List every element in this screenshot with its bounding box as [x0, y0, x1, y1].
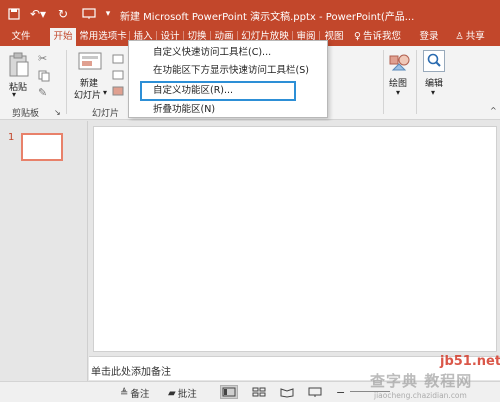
section-icon[interactable] [112, 86, 124, 99]
redo-icon[interactable]: ↻ [56, 6, 70, 22]
slide-sorter-view-button[interactable] [250, 385, 268, 399]
menu-item-show-qat-below[interactable]: 在功能区下方显示快速访问工具栏(S) [129, 62, 327, 80]
tab-common[interactable]: 常用选项卡 [78, 28, 128, 46]
editing-dropdown-icon[interactable]: ▾ [431, 88, 435, 97]
new-slide-dropdown-icon[interactable]: ▾ [103, 88, 107, 97]
lightbulb-icon: ♀ [354, 31, 361, 42]
tab-home[interactable]: 开始 [50, 28, 76, 46]
title-bar: ↶▾ ↻ ▾ 新建 Microsoft PowerPoint 演示文稿.pptx… [0, 0, 500, 28]
copy-icon[interactable] [38, 70, 50, 85]
slide-canvas[interactable] [93, 126, 497, 352]
watermark-site: jb51.net [440, 354, 500, 369]
window-title: 新建 Microsoft PowerPoint 演示文稿.pptx - Powe… [120, 12, 415, 23]
share-button[interactable]: ♙ 共享 [448, 28, 492, 46]
slides-group-label: 幻灯片 [92, 109, 120, 119]
undo-icon[interactable]: ↶▾ [28, 6, 48, 22]
notes-placeholder: 单击此处添加备注 [91, 367, 171, 378]
slideshow-view-button[interactable] [306, 385, 324, 399]
reset-icon[interactable] [112, 70, 124, 83]
group-divider [383, 50, 384, 114]
zoom-out-icon[interactable]: − [336, 386, 345, 399]
cut-icon[interactable]: ✂ [38, 52, 47, 65]
format-painter-icon[interactable]: ✎ [38, 86, 47, 99]
tell-me-box[interactable]: ♀ 告诉我您 [354, 28, 412, 46]
paste-icon[interactable] [8, 52, 30, 81]
drawing-dropdown-icon[interactable]: ▾ [396, 88, 400, 97]
comment-icon: ▰ [168, 387, 176, 399]
menu-item-collapse-ribbon[interactable]: 折叠功能区(N) [129, 101, 327, 119]
watermark-brand: 查字典 教程网 [370, 372, 473, 390]
save-icon[interactable] [6, 6, 22, 22]
notes-icon: ≜ [120, 387, 129, 399]
group-divider [66, 50, 67, 114]
start-from-beginning-icon[interactable] [78, 6, 100, 22]
find-icon[interactable] [423, 50, 445, 72]
tab-file[interactable]: 文件 [6, 28, 36, 46]
notes-toggle-button[interactable]: ≜ 备注 [120, 386, 150, 401]
notes-toggle-label: 备注 [130, 389, 150, 400]
qat-context-menu: 自定义快速访问工具栏(C)... 在功能区下方显示快速访问工具栏(S) 自定义功… [128, 40, 328, 118]
slide-number: 1 [8, 132, 15, 143]
reading-view-button[interactable] [278, 385, 296, 399]
layout-icon[interactable] [112, 54, 124, 67]
clipboard-group-label: 剪贴板 [12, 109, 40, 119]
menu-item-customize-qat[interactable]: 自定义快速访问工具栏(C)... [129, 44, 327, 62]
collapse-ribbon-icon[interactable]: ^ [490, 106, 497, 115]
menu-item-customize-ribbon[interactable]: 自定义功能区(R)... [140, 81, 296, 101]
paste-dropdown-icon[interactable]: ▾ [12, 90, 16, 99]
customize-qat-dropdown-icon[interactable]: ▾ [102, 6, 114, 22]
slide-thumbnails-pane: 1 [0, 121, 88, 381]
new-slide-label-2[interactable]: 幻灯片 [74, 88, 101, 101]
drawing-icon[interactable] [389, 52, 411, 75]
new-slide-icon[interactable] [78, 52, 102, 75]
comments-toggle-button[interactable]: ▰ 批注 [168, 386, 197, 401]
normal-view-button[interactable] [220, 385, 238, 399]
login-link[interactable]: 登录 [416, 28, 442, 46]
watermark-url: jiaocheng.chazidian.com [374, 391, 467, 400]
person-icon: ♙ [455, 31, 464, 42]
slide-thumbnail[interactable] [21, 133, 63, 161]
comments-toggle-label: 批注 [177, 389, 197, 400]
group-divider [416, 50, 417, 114]
slide-editor-area [89, 121, 500, 356]
clipboard-launcher-icon[interactable]: ↘ [54, 108, 61, 117]
tell-me-label: 告诉我您 [362, 31, 401, 42]
share-label: 共享 [465, 31, 485, 42]
